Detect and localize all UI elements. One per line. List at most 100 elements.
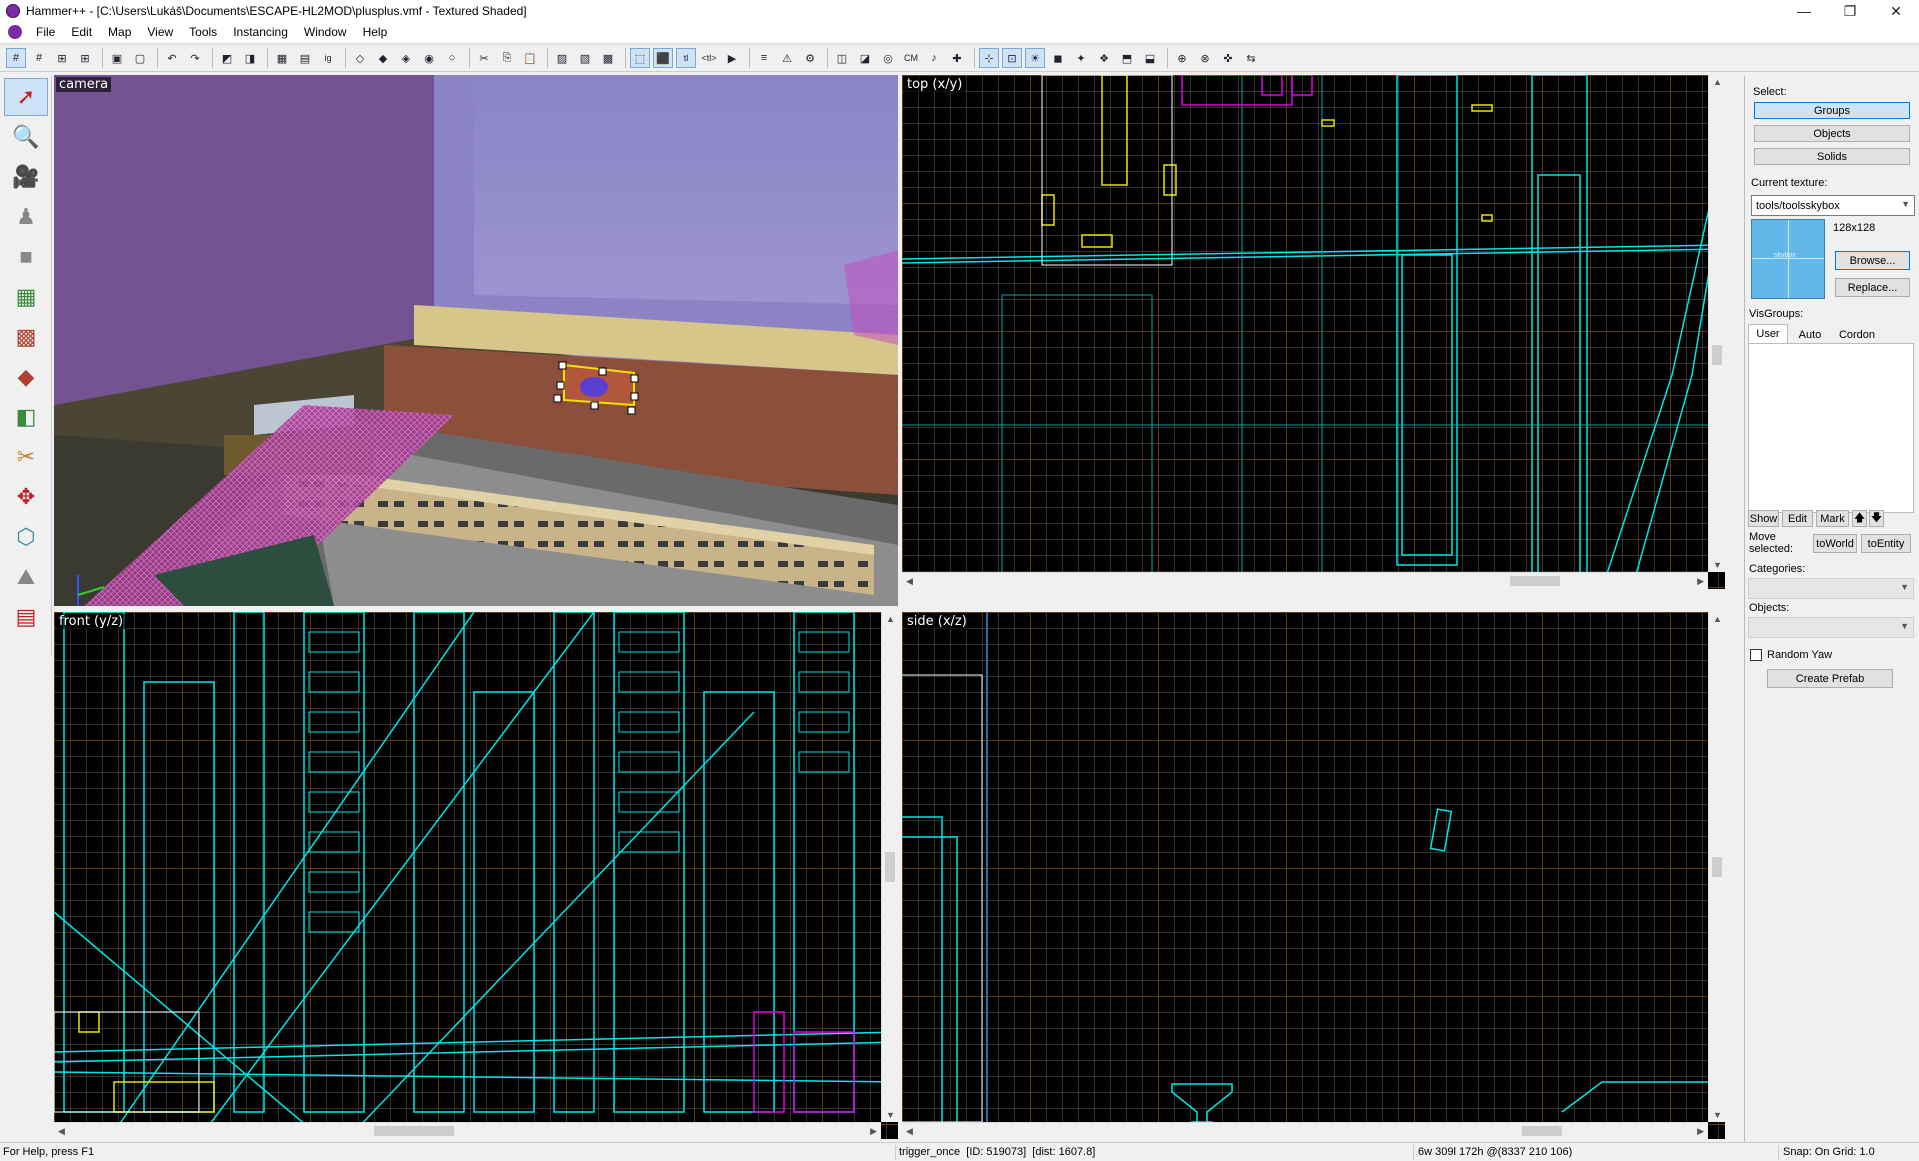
hide-selected-icon[interactable]: ◇ (350, 48, 370, 68)
ungroup-icon[interactable]: ▢ (130, 48, 150, 68)
check-problems-icon[interactable]: ⚠ (777, 48, 797, 68)
run-map-icon[interactable]: ▶ (722, 48, 742, 68)
cm-icon[interactable]: CM (901, 48, 921, 68)
side-viewport[interactable]: side (x/z) ▲ ▼ ◀ ▶ (902, 612, 1725, 1139)
cubemaps-icon[interactable]: ◎ (878, 48, 898, 68)
visgroups-show-button[interactable]: Show (1748, 510, 1779, 527)
scroll-up-icon[interactable]: ▲ (1713, 614, 1722, 624)
menu-map[interactable]: Map (100, 25, 139, 39)
magnify-tool-icon[interactable]: 🔍 (4, 118, 48, 156)
minimize-button[interactable]: — (1781, 0, 1827, 22)
to-world-button[interactable]: toWorld (1813, 534, 1857, 553)
texture-tool-icon[interactable]: ▦ (4, 278, 48, 316)
camera-tool-icon[interactable]: 🎥 (4, 158, 48, 196)
menu-help[interactable]: Help (355, 25, 396, 39)
models-icon[interactable]: ◼ (1048, 48, 1068, 68)
clip-tool-icon[interactable]: ✂ (4, 438, 48, 476)
displacement-tool-icon[interactable]: ⛰ (4, 558, 48, 596)
top-vertical-scrollbar[interactable]: ▲ ▼ (1708, 75, 1725, 572)
selection-tool-icon[interactable]: ➚ (4, 78, 48, 116)
entity-report-icon[interactable]: ≡ (754, 48, 774, 68)
current-texture-combo[interactable]: tools/toolsskybox ▼ (1751, 195, 1915, 216)
arrow-down-icon[interactable]: 🡇 (1869, 510, 1884, 527)
overlay-tool-icon[interactable]: ◧ (4, 398, 48, 436)
cordon-icon[interactable]: ◫ (832, 48, 852, 68)
grid-3d-icon[interactable]: # (29, 48, 49, 68)
top-viewport[interactable]: top (x/y) ▲ ▼ ◀ ▶ (902, 75, 1725, 589)
sound-tool-icon[interactable]: ♪ (924, 48, 944, 68)
tab-visgroups-auto[interactable]: Auto (1790, 326, 1830, 343)
decals-icon[interactable]: ❖ (1094, 48, 1114, 68)
scroll-thumb[interactable] (1712, 857, 1722, 877)
particles-icon[interactable]: ✦ (1071, 48, 1091, 68)
scroll-up-icon[interactable]: ▲ (1713, 77, 1722, 87)
to-entity-button[interactable]: toEntity (1861, 534, 1911, 553)
scroll-right-icon[interactable]: ▶ (1697, 576, 1704, 587)
texlight-icon[interactable]: ☀ (1025, 48, 1045, 68)
select-bbox-icon[interactable]: ⬚ (630, 48, 650, 68)
select-objects-button[interactable]: Objects (1754, 125, 1910, 142)
vertex-tool-icon[interactable]: ✥ (4, 478, 48, 516)
visgroup-icon[interactable]: ◉ (419, 48, 439, 68)
tl-icon[interactable]: tl (676, 48, 696, 68)
create-prefab-button[interactable]: Create Prefab (1767, 669, 1893, 688)
camera-viewport[interactable]: camera (54, 75, 898, 606)
arrow-up-icon[interactable]: 🡅 (1852, 510, 1867, 527)
visgroups-mark-button[interactable]: Mark (1816, 510, 1849, 527)
texture-lock-icon[interactable]: ▦ (272, 48, 292, 68)
group-icon[interactable]: ▣ (107, 48, 127, 68)
quick-hide-icon[interactable]: ○ (442, 48, 462, 68)
side-horizontal-scrollbar[interactable]: ◀ ▶ (902, 1122, 1708, 1139)
categories-combo[interactable]: ▼ (1748, 578, 1914, 599)
scroll-right-icon[interactable]: ▶ (870, 1126, 877, 1137)
replace-button[interactable]: Replace... (1835, 278, 1910, 297)
texture-preview[interactable]: skybox (1751, 219, 1825, 299)
menu-view[interactable]: View (139, 25, 181, 39)
document-icon[interactable] (8, 25, 22, 39)
hollow-icon[interactable]: ◨ (240, 48, 260, 68)
portal-icon[interactable]: ⊕ (1172, 48, 1192, 68)
ig-icon[interactable]: ig (318, 48, 338, 68)
grid-smaller-icon[interactable]: ⊞ (52, 48, 72, 68)
nodes-icon[interactable]: ⊗ (1195, 48, 1215, 68)
menu-edit[interactable]: Edit (63, 25, 100, 39)
visgroups-edit-button[interactable]: Edit (1782, 510, 1813, 527)
apply-texture-tool-icon[interactable]: ▩ (4, 318, 48, 356)
cordon-tool-icon[interactable]: ▤ (4, 598, 48, 636)
scroll-up-icon[interactable]: ▲ (886, 614, 895, 624)
front-viewport[interactable]: front (y/z) ▲ ▼ ◀ ▶ (54, 612, 898, 1139)
split-icon[interactable]: ⇆ (1241, 48, 1261, 68)
scroll-thumb[interactable] (374, 1126, 454, 1136)
tool-block-icon[interactable]: ▩ (598, 48, 618, 68)
close-button[interactable]: ✕ (1873, 0, 1919, 22)
scroll-right-icon[interactable]: ▶ (1697, 1126, 1704, 1137)
scroll-down-icon[interactable]: ▼ (1713, 560, 1722, 570)
tb-icon[interactable]: <tl> (699, 48, 719, 68)
block-tool-icon[interactable]: ■ (4, 238, 48, 276)
tool-vertex-icon[interactable]: ▨ (552, 48, 572, 68)
menu-file[interactable]: File (28, 25, 63, 39)
compile-icon[interactable]: ⚙ (800, 48, 820, 68)
carve-icon[interactable]: ◩ (217, 48, 237, 68)
snap-icon[interactable]: ⊹ (979, 48, 999, 68)
decal-tool-icon[interactable]: ◆ (4, 358, 48, 396)
scroll-thumb[interactable] (1510, 576, 1560, 586)
top-horizontal-scrollbar[interactable]: ◀ ▶ (902, 572, 1708, 589)
entity-tool-icon[interactable]: ♟ (4, 198, 48, 236)
hide-unselected-icon[interactable]: ◆ (373, 48, 393, 68)
objects-combo[interactable]: ▼ (1748, 617, 1914, 638)
entity-helpers-icon[interactable]: ✚ (947, 48, 967, 68)
navmesh-icon[interactable]: ✜ (1218, 48, 1238, 68)
menu-window[interactable]: Window (296, 25, 355, 39)
redo-icon[interactable]: ↷ (185, 48, 205, 68)
title-bar[interactable]: Hammer++ - [C:\Users\Lukáš\Documents\ESC… (0, 0, 1919, 22)
select-groups-button[interactable]: Groups (1754, 102, 1910, 119)
scroll-left-icon[interactable]: ◀ (58, 1126, 65, 1137)
paste-icon[interactable]: 📋 (520, 48, 540, 68)
browse-button[interactable]: Browse... (1835, 251, 1910, 270)
menu-instancing[interactable]: Instancing (225, 25, 296, 39)
instances-icon[interactable]: ⬓ (1140, 48, 1160, 68)
front-horizontal-scrollbar[interactable]: ◀ ▶ (54, 1122, 881, 1139)
cut-icon[interactable]: ✂ (474, 48, 494, 68)
tool-clip-icon[interactable]: ▧ (575, 48, 595, 68)
